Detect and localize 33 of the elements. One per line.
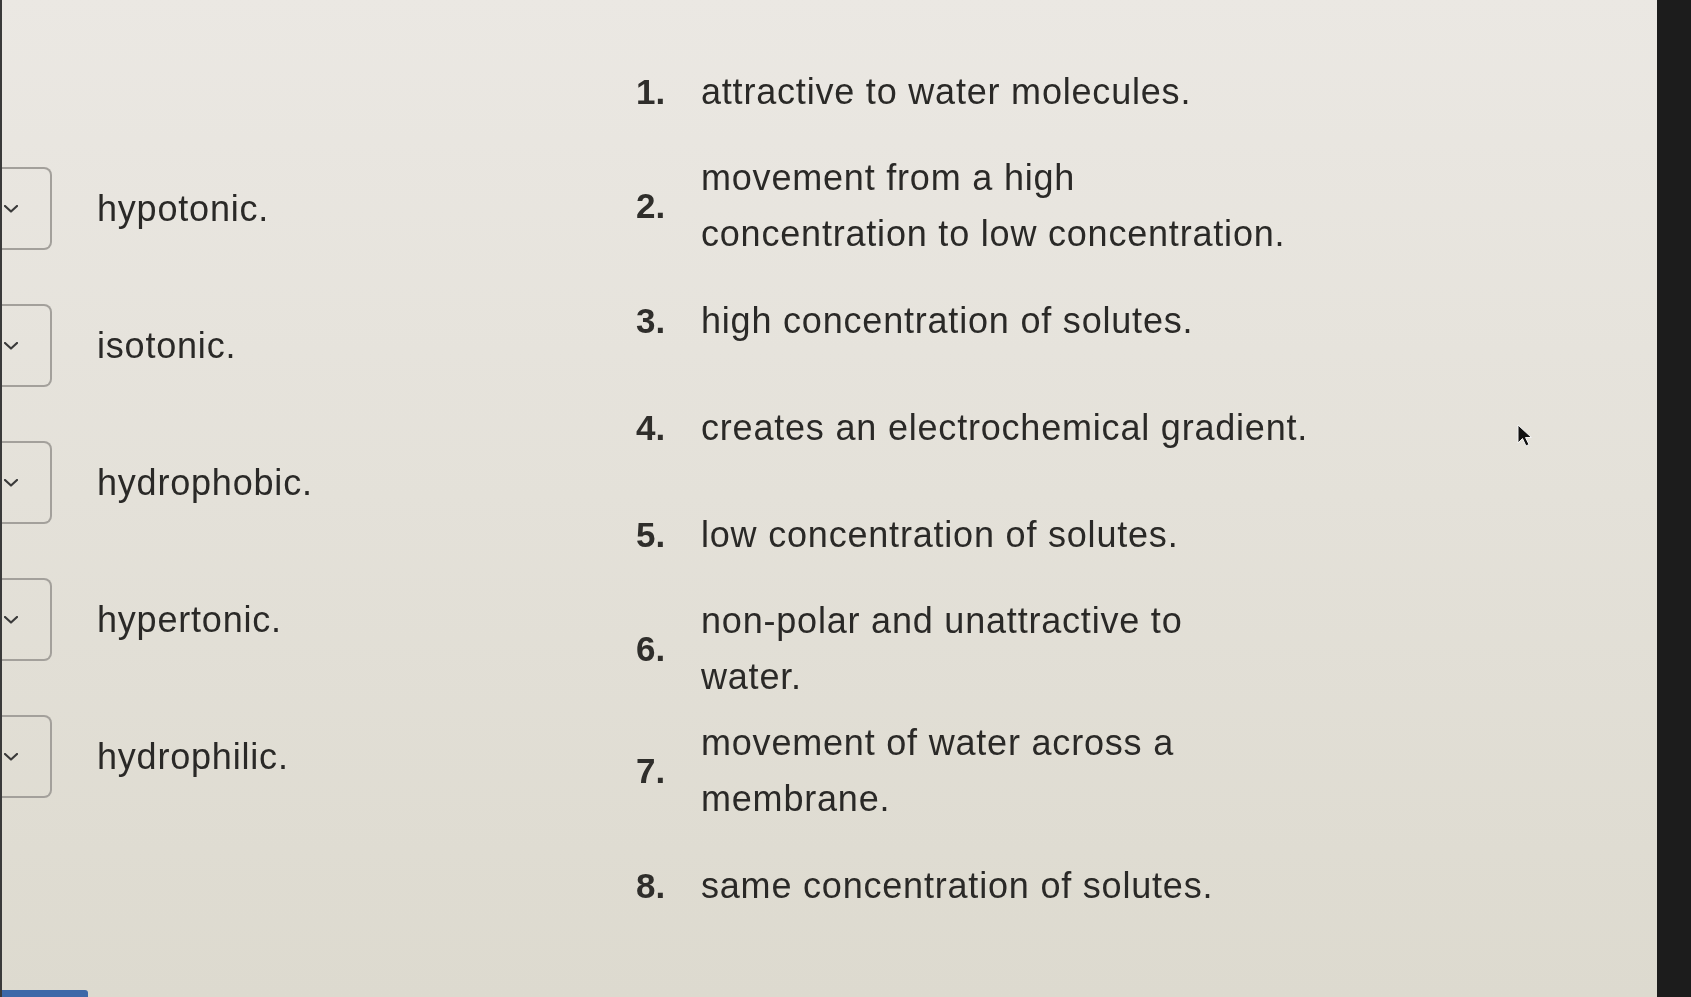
definition-text: movement from a high concentration to low concentration. [701, 156, 1286, 256]
term-label: hypotonic. [97, 186, 270, 231]
term-label: isotonic. [97, 323, 237, 368]
dropdown[interactable] [2, 578, 52, 661]
item-number: 8. [636, 864, 667, 907]
item-number: 2. [636, 185, 667, 227]
definition-text: high concentration of solutes. [701, 298, 1194, 343]
dropdown[interactable] [2, 441, 52, 524]
chevron-down-icon [4, 752, 18, 761]
definition-text: attractive to water molecules. [701, 69, 1192, 114]
dropdown[interactable] [2, 715, 52, 798]
term-label: hydrophilic. [97, 734, 289, 779]
chevron-down-icon [4, 204, 18, 213]
item-number: 6. [636, 628, 667, 670]
definition-text: same concentration of solutes. [701, 863, 1214, 908]
cut-off-button[interactable] [2, 990, 88, 997]
definition-text: creates an electrochemical gradient. [701, 405, 1309, 450]
chevron-down-icon [4, 341, 18, 350]
item-number: 3. [636, 299, 667, 342]
item-number: 4. [636, 406, 667, 449]
item-number: 5. [636, 513, 667, 556]
chevron-down-icon [4, 478, 18, 487]
item-number: 7. [636, 750, 667, 792]
definition-text: low concentration of solutes. [701, 512, 1179, 557]
dropdown[interactable] [2, 167, 52, 250]
definition-text: non-polar and unattractive to water. [701, 599, 1183, 699]
chevron-down-icon [4, 615, 18, 624]
term-label: hypertonic. [97, 597, 282, 642]
item-number: 1. [636, 70, 667, 113]
cursor-icon [1517, 424, 1533, 448]
term-label: hydrophobic. [97, 460, 313, 505]
dropdown[interactable] [2, 304, 52, 387]
definition-text: movement of water across a membrane. [701, 721, 1174, 821]
